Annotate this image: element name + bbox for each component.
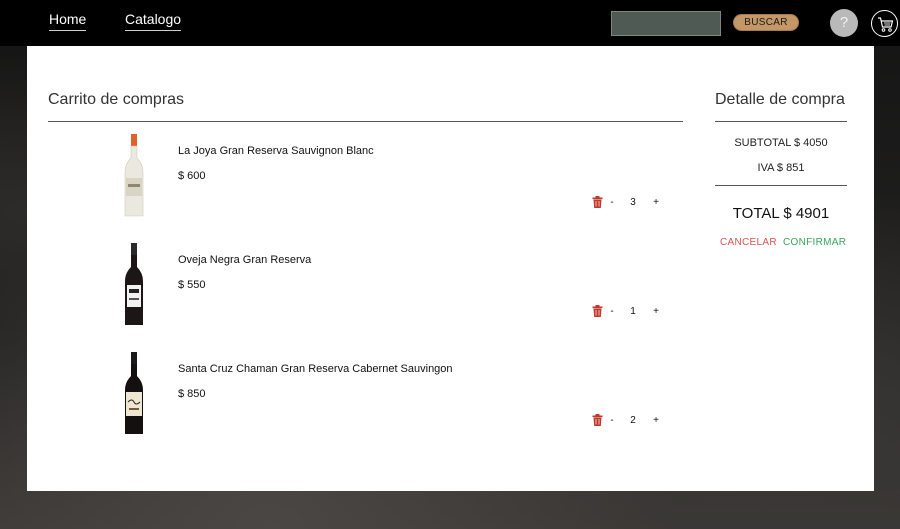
trash-icon[interactable] [592,305,603,317]
cart-item: Santa Cruz Chaman Gran Reserva Cabernet … [48,352,683,452]
detail-divider [715,185,847,186]
total-label: TOTAL $ 4901 [732,205,830,222]
item-name: Santa Cruz Chaman Gran Reserva Cabernet … [178,363,453,375]
item-quantity: 3 [630,197,636,208]
search-input[interactable] [611,11,721,36]
item-name: Oveja Negra Gran Reserva [178,254,312,266]
item-quantity: 1 [630,306,636,317]
top-navbar: Home Catalogo BUSCAR ? [0,0,900,46]
help-button[interactable]: ? [830,9,858,37]
subtotal-label: SUBTOTAL $ 4050 [734,137,828,149]
decrease-quantity-button[interactable]: - [606,197,618,208]
item-price: $ 550 [178,279,206,291]
cart-title: Carrito de compras [48,91,185,108]
nav-catalog-link[interactable]: Catalogo [125,11,182,31]
item-price: $ 850 [178,388,206,400]
cart-panel: Carrito de compras La Joya Gran Reserva … [27,46,874,491]
increase-quantity-button[interactable]: + [650,306,662,317]
white-wine-bottle-image [124,134,144,217]
cart-item: Oveja Negra Gran Reserva $ 550 - 1 + [48,243,683,343]
cart-divider [48,121,683,122]
red-wine-bottle-image [125,352,143,434]
trash-icon[interactable] [592,414,603,426]
decrease-quantity-button[interactable]: - [606,306,618,317]
item-quantity: 2 [630,415,636,426]
nav-home-link[interactable]: Home [49,11,87,31]
increase-quantity-button[interactable]: + [650,415,662,426]
increase-quantity-button[interactable]: + [650,197,662,208]
iva-label: IVA $ 851 [757,162,805,174]
decrease-quantity-button[interactable]: - [606,415,618,426]
cart-button[interactable] [871,10,898,37]
search-button[interactable]: BUSCAR [733,14,799,31]
red-wine-bottle-image [125,243,143,325]
item-name: La Joya Gran Reserva Sauvignon Blanc [178,145,374,157]
detail-divider [715,121,847,122]
trash-icon[interactable] [592,196,603,208]
cancel-button[interactable]: CANCELAR [720,237,777,248]
detail-title: Detalle de compra [715,91,845,108]
item-price: $ 600 [178,170,206,182]
shopping-cart-icon [878,17,894,32]
confirm-button[interactable]: CONFIRMAR [783,237,846,248]
cart-item: La Joya Gran Reserva Sauvignon Blanc $ 6… [48,134,683,234]
